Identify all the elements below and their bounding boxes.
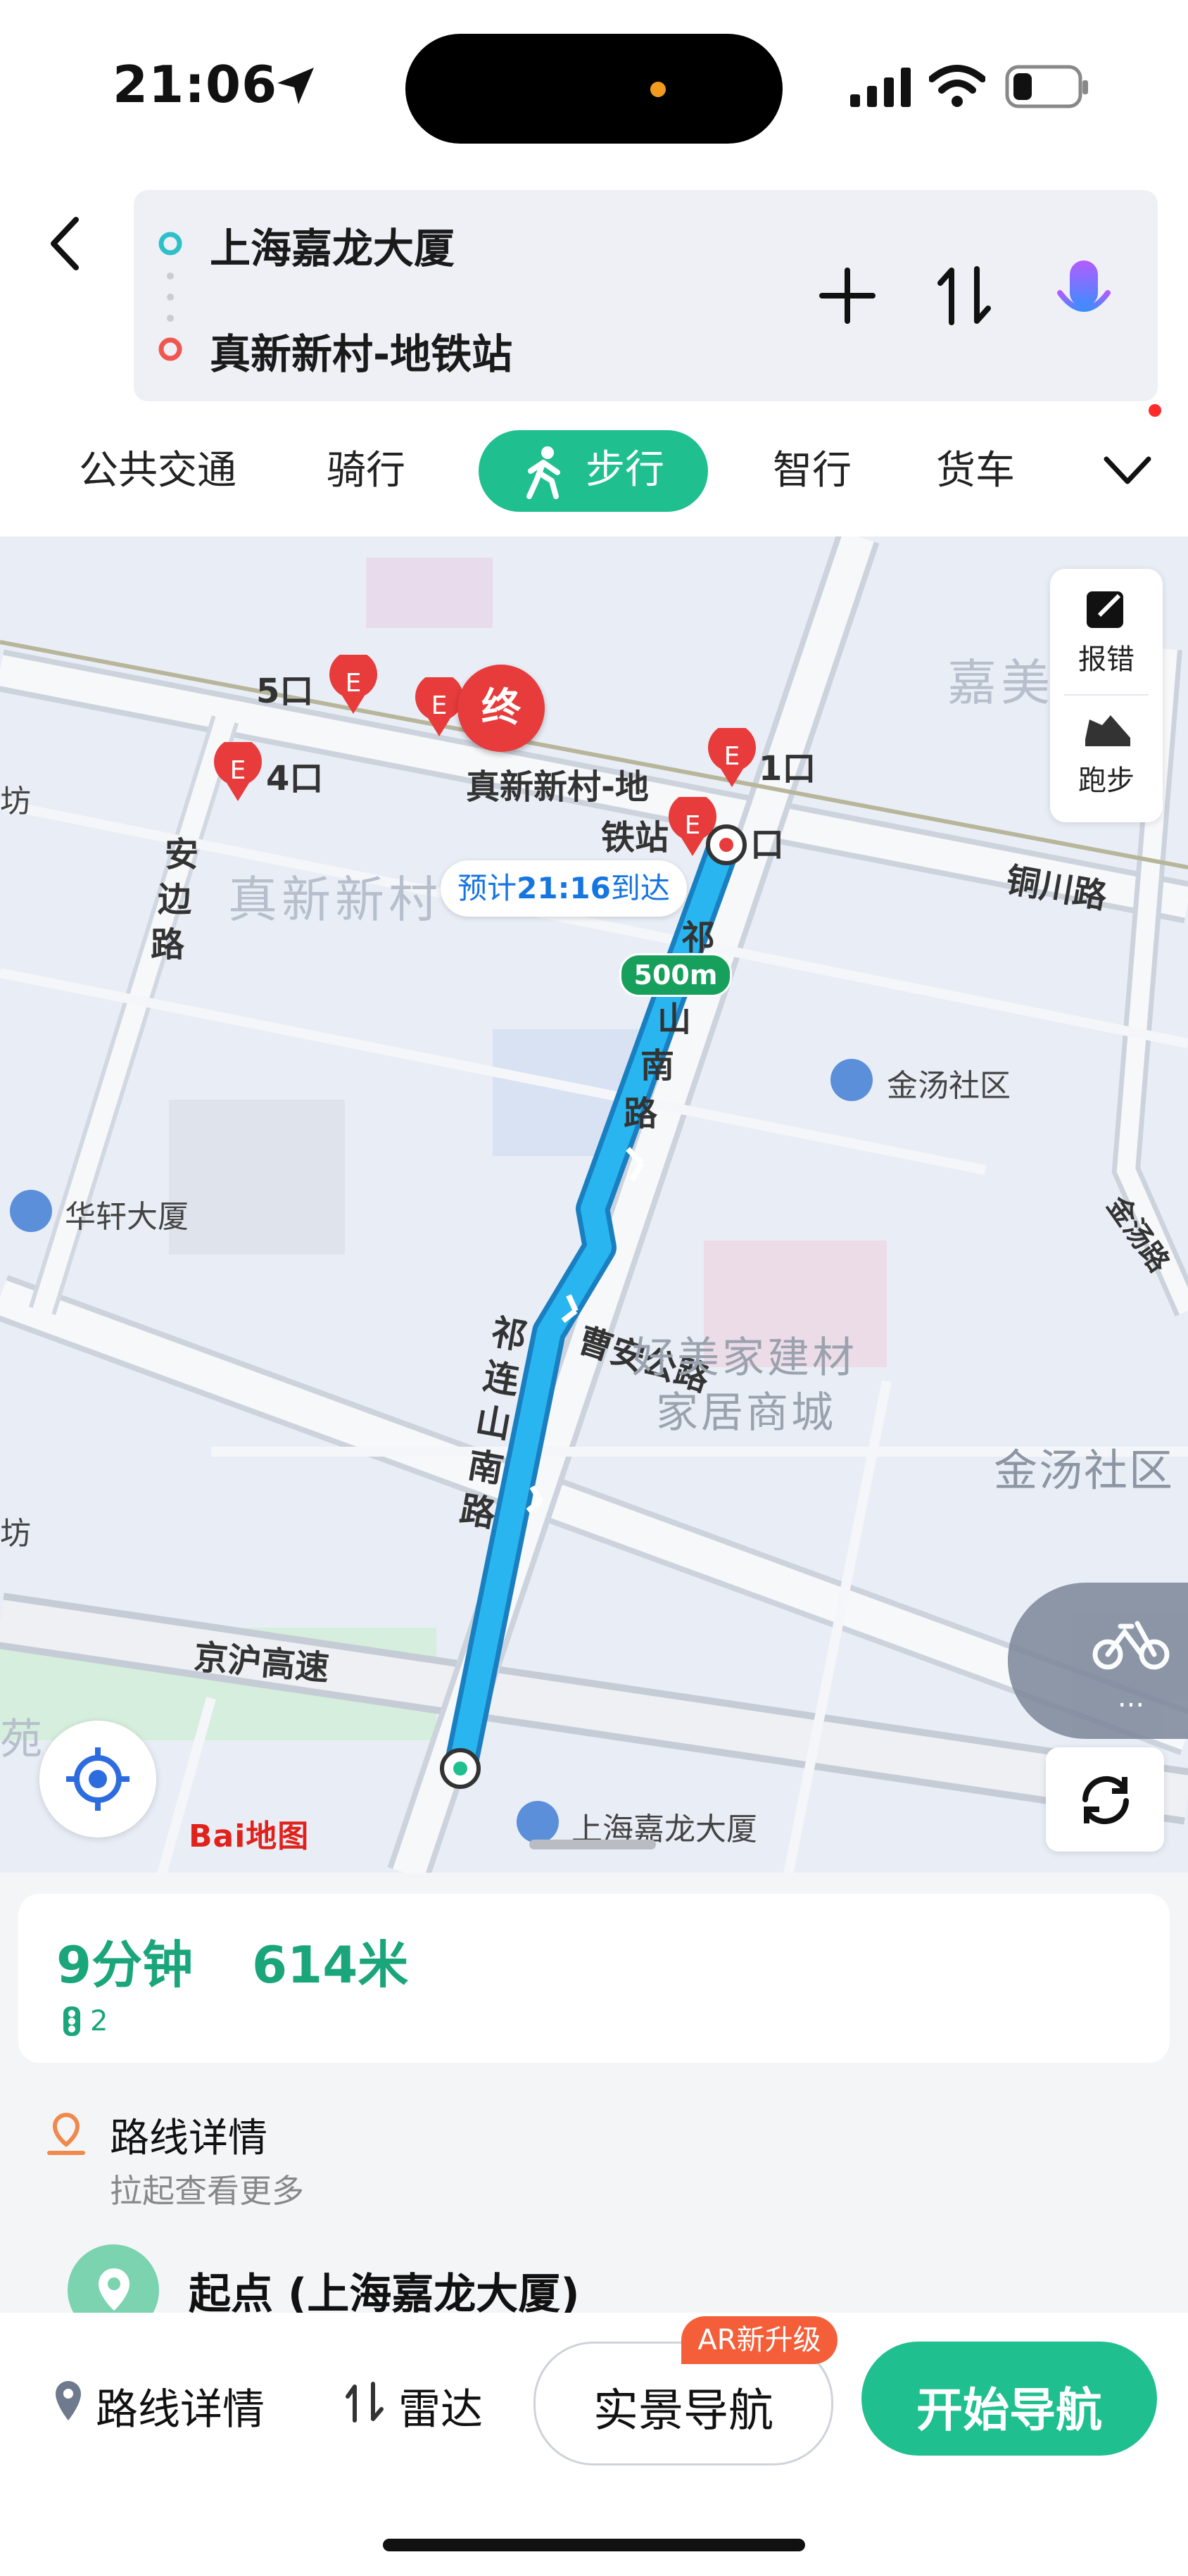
- origin-field[interactable]: 上海嘉龙大厦: [210, 215, 455, 275]
- route-details-hint: 拉起查看更多: [110, 2172, 304, 2210]
- side-divider: [1064, 694, 1149, 696]
- bike-more-label: ...: [1117, 1681, 1145, 1714]
- locate-icon: [66, 1747, 129, 1811]
- island-indicator-dot: [650, 82, 666, 97]
- baidu-map-logo: Bai地图: [189, 1818, 310, 1854]
- route-details-title[interactable]: 路线详情: [110, 2106, 267, 2163]
- start-navigation-label: 开始导航: [916, 2383, 1102, 2437]
- ar-upgrade-badge: AR新升级: [681, 2316, 838, 2364]
- exit-1-label: 1口: [759, 749, 816, 788]
- bike-share-panel[interactable]: ...: [1008, 1583, 1188, 1739]
- location-pin-icon: [56, 2381, 81, 2420]
- exit-4-label: 4口: [266, 759, 324, 798]
- metro-exit-5-pin[interactable]: E: [325, 655, 381, 718]
- start-point-label[interactable]: 起点 (上海嘉龙大厦): [189, 2260, 580, 2321]
- start-pin-icon: [99, 2268, 129, 2311]
- road-label-qilian-2: 山: [657, 1000, 692, 1039]
- poi-community-icon: [830, 1059, 873, 1101]
- poi-label-haomeijia-1: 好美家建材: [632, 1333, 857, 1383]
- eta-prefix: 预计: [457, 871, 517, 905]
- area-label-zhenxin: 真新新村: [228, 871, 442, 929]
- map-view[interactable]: E E E E E 终 5口 4口 1口 口 真新新村-地 铁站 预计21:16…: [0, 536, 1188, 1874]
- ar-navigation-label: 实景导航: [593, 2385, 773, 2437]
- poi-label-jintang-1: 金汤社区: [887, 1068, 1011, 1104]
- start-navigation-button[interactable]: 开始导航: [861, 2342, 1157, 2456]
- poi-label-fang-1: 坊: [0, 784, 31, 819]
- tab-walking[interactable]: 步行: [479, 430, 708, 512]
- metro-exit-1-pin[interactable]: E: [704, 728, 760, 791]
- poi-label-fang-2: 坊: [0, 1516, 31, 1552]
- eta-suffix: 到达: [610, 871, 670, 905]
- distance-badge: 500m: [619, 953, 732, 997]
- tab-truck[interactable]: 货车: [936, 442, 1015, 500]
- destination-end-marker[interactable]: 终: [457, 665, 545, 752]
- running-label[interactable]: 跑步: [1050, 758, 1163, 798]
- poi-label-yuan: 苑: [0, 1715, 46, 1764]
- locate-me-button[interactable]: [39, 1721, 156, 1837]
- poi-jialong-icon: [517, 1801, 559, 1843]
- road-label-anbian-2: 边: [158, 880, 192, 919]
- road-label-qilian-4: 路: [624, 1094, 658, 1133]
- radar-button[interactable]: 雷达: [398, 2375, 483, 2437]
- back-icon[interactable]: [45, 215, 87, 272]
- traffic-light-icon: [63, 2006, 80, 2036]
- metro-exit-2-pin[interactable]: E: [664, 797, 721, 860]
- side-tool-panel: 报错 跑步: [1050, 569, 1163, 822]
- tab-cycling[interactable]: 骑行: [327, 442, 405, 500]
- destination-station-label: 真新新村-地: [466, 767, 649, 807]
- poi-label-huaxuan: 华轩大厦: [65, 1199, 189, 1235]
- chevron-down-icon[interactable]: [1102, 453, 1153, 487]
- distance-value: 614米: [252, 1935, 409, 1994]
- running-shoe-icon[interactable]: [1080, 707, 1136, 756]
- voice-input-icon[interactable]: [1050, 258, 1118, 335]
- route-dots-icon: [158, 232, 182, 361]
- area-label-jiamei: 嘉美: [947, 654, 1054, 712]
- add-waypoint-icon[interactable]: [818, 266, 877, 325]
- tab-transit[interactable]: 公共交通: [79, 442, 236, 500]
- svg-text:E: E: [724, 742, 740, 771]
- poi-label-jintang-2: 金汤社区: [994, 1445, 1175, 1496]
- tab-walking-label: 步行: [586, 447, 664, 493]
- dynamic-island: [405, 34, 783, 144]
- refresh-icon: [1082, 1776, 1129, 1825]
- road-label-anbian-3: 路: [151, 925, 185, 965]
- poi-building-icon: [10, 1190, 52, 1232]
- road-label-qilian-3: 南: [640, 1046, 675, 1086]
- poi-label-haomeijia-2: 家居商城: [656, 1388, 836, 1438]
- metro-exit-4-pin[interactable]: E: [210, 742, 266, 805]
- wifi-icon: [929, 65, 985, 107]
- eta-time: 21:16: [517, 871, 611, 905]
- destination-field[interactable]: 真新新村-地铁站: [210, 321, 512, 380]
- duration-value: 9分钟: [56, 1935, 194, 1994]
- svg-text:E: E: [431, 691, 448, 720]
- bike-icon: [1092, 1621, 1170, 1670]
- route-details-pin-icon: [47, 2112, 85, 2155]
- swap-route-icon[interactable]: [936, 262, 992, 329]
- battery-icon: [1005, 65, 1088, 108]
- tab-smart[interactable]: 智行: [773, 442, 852, 500]
- cellular-signal-icon: [850, 68, 911, 107]
- notification-dot: [1149, 404, 1161, 417]
- svg-text:E: E: [346, 669, 362, 698]
- road-label-qilian-1: 祁: [681, 918, 716, 957]
- svg-text:E: E: [230, 756, 246, 785]
- road-label-anbian-1: 安: [165, 835, 199, 874]
- destination-station-label-2: 铁站: [601, 818, 669, 857]
- bottom-route-details-button[interactable]: 路线详情: [96, 2375, 265, 2437]
- refresh-button[interactable]: [1046, 1747, 1164, 1852]
- eta-bubble: 预计21:16到达: [441, 860, 687, 917]
- radar-icon: [346, 2382, 384, 2423]
- report-error-label[interactable]: 报错: [1050, 636, 1163, 677]
- location-arrow-icon: [277, 68, 314, 104]
- report-error-icon[interactable]: [1082, 584, 1132, 634]
- home-indicator[interactable]: [383, 2539, 805, 2551]
- exit-5-label: 5口: [256, 672, 314, 711]
- exit-2-label: 口: [750, 825, 785, 865]
- drag-handle[interactable]: [529, 1840, 656, 1849]
- traffic-light-count: 2: [90, 2005, 108, 2037]
- svg-text:E: E: [685, 811, 701, 840]
- status-time: 21:06: [113, 55, 278, 114]
- walking-icon: [526, 446, 560, 499]
